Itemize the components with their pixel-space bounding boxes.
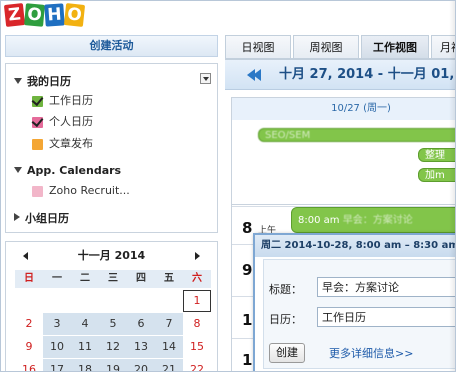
my-calendars-title: 我的日历	[27, 75, 71, 88]
weekday-label: 三	[108, 273, 118, 284]
day-cell[interactable]: 16	[15, 359, 43, 371]
logo-letter: O	[24, 3, 45, 27]
day-cell[interactable]: 18	[71, 359, 99, 371]
checkbox-icon[interactable]	[32, 116, 43, 128]
checkbox-icon[interactable]	[32, 95, 43, 107]
view-tabs: 日视图 周视图 工作视图 月视	[225, 35, 455, 59]
day-cell[interactable]	[99, 290, 127, 312]
color-swatch-icon[interactable]	[32, 185, 43, 197]
day-cell[interactable]: 3	[43, 313, 71, 335]
day-cell[interactable]: 10	[43, 336, 71, 358]
previous-range-icon[interactable]	[247, 69, 261, 84]
my-calendars-header[interactable]: 我的日历	[14, 73, 71, 89]
hour-label: 9	[242, 261, 253, 279]
day-cell[interactable]	[43, 290, 71, 312]
tab-work-view[interactable]: 工作视图	[361, 35, 429, 59]
day-cell[interactable]	[155, 290, 183, 312]
mini-calendar: 十一月 2014 日 一 二 三 四 五 六 1 2 3 4 5 6 7 8 9…	[5, 241, 218, 371]
calendar-item-label: 文章发布	[49, 137, 93, 150]
group-calendar-header[interactable]: 小组日历	[14, 210, 69, 226]
calendar-item-label: 个人日历	[49, 115, 93, 128]
day-cell[interactable]	[71, 290, 99, 312]
weekday-row: 日 一 二 三 四 五 六	[15, 270, 211, 288]
day-cell[interactable]: 5	[99, 313, 127, 335]
logo-letter: H	[44, 3, 65, 27]
day-cell[interactable]: 12	[99, 336, 127, 358]
day-cell[interactable]: 2	[15, 313, 43, 335]
event-time: 8:00 am	[298, 215, 340, 226]
create-activity-button[interactable]: 创建活动	[5, 35, 218, 57]
weekday-label: 五	[164, 273, 174, 284]
date-range-bar: 十月 27, 2014 - 十一月 01, 2	[225, 60, 456, 90]
event-8am[interactable]: 8:00 am 早会：方案讨论	[291, 207, 455, 233]
app-calendars-header[interactable]: App. Calendars	[14, 164, 121, 177]
event-title: 早会：方案讨论	[342, 215, 413, 226]
calendar-item-personal[interactable]: 个人日历	[32, 115, 93, 129]
day-cell[interactable]: 8	[183, 313, 211, 335]
tab-week-view[interactable]: 周视图	[293, 35, 359, 59]
calendars-panel: 我的日历 工作日历 个人日历 文章发布 App. Calendars Zoho …	[5, 63, 218, 233]
day-grid: 1 2 3 4 5 6 7 8 9 10 11 12 13 14 15 16 1…	[15, 290, 211, 371]
calendar-item-label: 工作日历	[49, 94, 93, 107]
weekday-label: 四	[136, 273, 146, 284]
day-cell[interactable]: 14	[155, 336, 183, 358]
weekday-label: 六	[192, 273, 202, 284]
mini-calendar-title: 十一月 2014	[77, 249, 146, 262]
more-details-link[interactable]: 更多详细信息>>	[329, 345, 413, 361]
week-row: 1	[15, 290, 211, 312]
calendar-item-articles[interactable]: 文章发布	[32, 137, 93, 151]
day-cell[interactable]: 9	[15, 336, 43, 358]
day-cell[interactable]: 4	[71, 313, 99, 335]
logo-letter: Z	[3, 3, 26, 27]
weekday-label: 日	[24, 273, 34, 284]
dropdown-menu-icon[interactable]	[200, 73, 211, 84]
logo-letter: O	[63, 3, 86, 27]
day-cell[interactable]: 7	[155, 313, 183, 335]
hour-label: 8	[242, 219, 253, 237]
day-cell[interactable]: 13	[127, 336, 155, 358]
date-range-title: 十月 27, 2014 - 十一月 01, 2	[279, 67, 456, 82]
color-swatch-icon[interactable]	[32, 138, 43, 150]
day-cell[interactable]: 21	[155, 359, 183, 371]
calendar-app: Z O H O 创建活动 我的日历 工作日历 个人日历 文章发布 App. Ca…	[0, 0, 456, 372]
title-input[interactable]	[317, 277, 455, 297]
weekday-label: 一	[52, 273, 62, 284]
calendar-select[interactable]	[317, 307, 455, 327]
all-day-event[interactable]: SEO/SEM	[258, 128, 455, 142]
week-row: 2 3 4 5 6 7 8	[15, 313, 211, 335]
next-month-icon[interactable]	[195, 252, 200, 260]
weekday-label: 二	[80, 273, 90, 284]
day-cell[interactable]	[15, 290, 43, 312]
collapse-icon	[14, 78, 22, 84]
week-row: 16 17 18 19 20 21 22	[15, 359, 211, 371]
popup-header: 周二 2014-10-28, 8:00 am – 8:30 am	[255, 235, 455, 257]
group-calendar-title: 小组日历	[25, 212, 69, 225]
calendar-label: 日历：	[269, 313, 302, 326]
right-edge-shadow	[449, 1, 455, 371]
zoho-logo[interactable]: Z O H O	[3, 3, 86, 30]
quick-create-popup: 周二 2014-10-28, 8:00 am – 8:30 am 标题： 日历：…	[253, 233, 455, 371]
tab-day-view[interactable]: 日视图	[225, 35, 291, 59]
day-cell[interactable]: 15	[183, 336, 211, 358]
day-cell[interactable]: 20	[127, 359, 155, 371]
day-header[interactable]: 10/27 (周一)	[232, 98, 455, 120]
day-cell[interactable]: 6	[127, 313, 155, 335]
all-day-area[interactable]: SEO/SEM 整理 加m	[232, 120, 455, 205]
calendar-item-zoho-recruit[interactable]: Zoho Recruit...	[32, 184, 130, 198]
day-cell[interactable]: 17	[43, 359, 71, 371]
title-label: 标题：	[269, 283, 302, 296]
app-calendars-title: App. Calendars	[27, 164, 122, 177]
day-cell[interactable]	[127, 290, 155, 312]
day-cell[interactable]: 19	[99, 359, 127, 371]
calendar-item-work[interactable]: 工作日历	[32, 94, 93, 108]
week-row: 9 10 11 12 13 14 15	[15, 336, 211, 358]
create-button[interactable]: 创建	[269, 343, 305, 363]
calendar-item-label: Zoho Recruit...	[49, 184, 130, 197]
mini-calendar-header: 十一月 2014	[6, 248, 217, 264]
day-cell[interactable]: 22	[183, 359, 211, 371]
day-cell[interactable]: 11	[71, 336, 99, 358]
day-cell-selected[interactable]: 1	[183, 290, 211, 312]
collapse-icon	[14, 167, 22, 173]
expand-icon	[14, 213, 20, 221]
